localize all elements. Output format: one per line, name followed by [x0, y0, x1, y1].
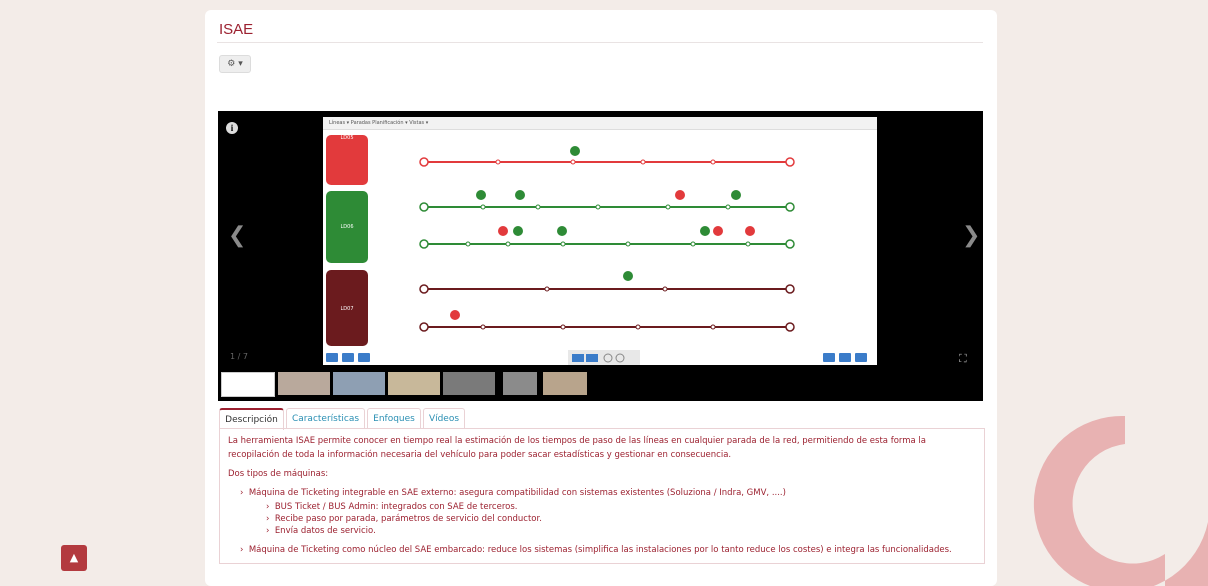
thumbnail-1[interactable] [221, 372, 275, 397]
line-label-ld06: LD06 [341, 224, 354, 230]
slide-counter: 1 / 7 [230, 352, 248, 361]
bus-lines-diagram: LD05 LD06 LD07 [326, 135, 867, 365]
line-label-ld07: LD07 [341, 306, 354, 312]
thumbnail-7[interactable] [543, 372, 587, 395]
chevron-right-icon[interactable]: ❯ [962, 223, 980, 248]
brand-logo-watermark [1033, 415, 1208, 586]
line-block-ld05 [326, 135, 368, 185]
thumbnail-6[interactable] [503, 372, 537, 395]
line-label-ld05: LD05 [341, 135, 354, 141]
tab-caracteristicas[interactable]: Características [286, 408, 365, 429]
description-paragraph-line2: recopilación de toda la información nece… [228, 450, 732, 460]
content-card: ISAE ⚙ ▾ i ❮ ❯ Líneas ▾ Paradas Planific… [205, 10, 997, 586]
page-title: ISAE [219, 21, 254, 38]
title-divider [217, 42, 983, 43]
info-icon[interactable]: i [226, 122, 238, 134]
gear-menu-button[interactable]: ⚙ ▾ [219, 55, 251, 73]
thumbnail-5[interactable] [443, 372, 495, 395]
tab-descripcion[interactable]: Descripción [219, 408, 284, 430]
tab-panel-descripcion: La herramienta ISAE permite conocer en t… [219, 428, 985, 564]
scroll-to-top-button[interactable]: ▲ [61, 545, 87, 571]
description-intro: Dos tipos de máquinas: [228, 469, 329, 479]
gallery-main-image: Líneas ▾ Paradas Planificación ▾ Vistas … [323, 117, 877, 365]
tab-videos[interactable]: Vídeos [423, 408, 465, 429]
thumbnail-3[interactable] [333, 372, 385, 395]
list-item: › Máquina de Ticketing integrable en SAE… [240, 488, 786, 498]
fullscreen-icon[interactable]: ⛶ [959, 352, 967, 366]
chevron-left-icon[interactable]: ❮ [228, 223, 246, 248]
tab-enfoques[interactable]: Enfoques [367, 408, 421, 429]
description-paragraph-line1: La herramienta ISAE permite conocer en t… [228, 436, 927, 446]
list-subitem: › Envía datos de servicio. [266, 526, 376, 536]
image-gallery: i ❮ ❯ Líneas ▾ Paradas Planificación ▾ V… [218, 111, 983, 401]
list-subitem: › Recibe paso por parada, parámetros de … [266, 514, 542, 524]
list-item: › Máquina de Ticketing como núcleo del S… [240, 545, 952, 555]
thumbnail-2[interactable] [278, 372, 330, 395]
thumbnail-4[interactable] [388, 372, 440, 395]
list-subitem: › BUS Ticket / BUS Admin: integrados con… [266, 502, 518, 512]
